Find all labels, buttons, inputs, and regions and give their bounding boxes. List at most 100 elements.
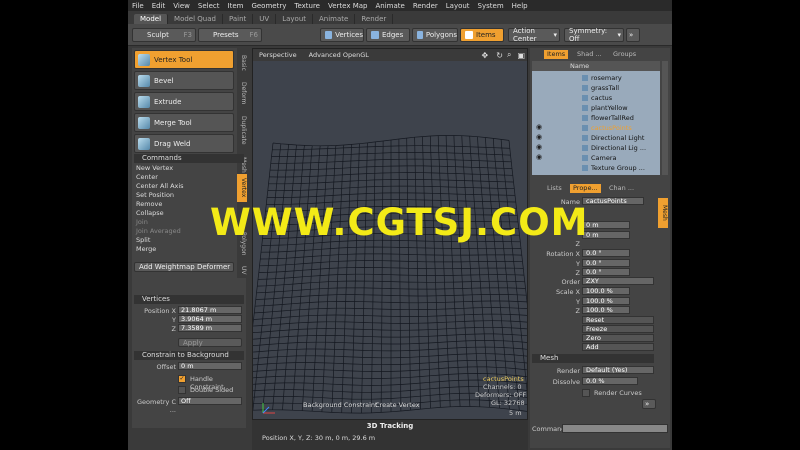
reset-dropdown[interactable]: Reset <box>582 316 654 324</box>
order-dropdown[interactable]: ZXY <box>582 277 654 285</box>
dissolve-field[interactable]: 0.0 % <box>582 377 638 385</box>
vertices-mode-button[interactable]: Vertices <box>320 28 364 42</box>
scale-z-field[interactable]: 100.0 % <box>582 306 630 314</box>
move-view-icon[interactable]: ✥ <box>476 51 495 60</box>
layout-tab[interactable]: Render <box>355 14 394 24</box>
category-tab[interactable]: UV <box>237 262 247 278</box>
render-dropdown[interactable]: Default (Yes) <box>582 366 654 374</box>
command-item[interactable]: Merge <box>134 245 234 253</box>
expand-button[interactable]: » <box>626 28 640 42</box>
command-item[interactable]: Center All Axis <box>134 182 234 190</box>
menu-item[interactable]: Select <box>194 2 224 10</box>
category-tab[interactable]: Deform <box>237 78 247 108</box>
menu-item[interactable]: Geometry <box>247 2 290 10</box>
constrain-header[interactable]: Constrain to Background <box>134 351 244 360</box>
action-center-dropdown[interactable]: Action Center ▾ <box>508 27 560 43</box>
commands-header[interactable]: Commands <box>134 154 244 163</box>
layout-tab[interactable]: Model Quad <box>168 14 223 24</box>
list-item[interactable]: grassTall <box>582 83 619 92</box>
category-tab[interactable]: Basic <box>237 50 247 76</box>
list-item[interactable]: plantYellow <box>582 103 628 112</box>
properties-tab[interactable]: Prope... <box>570 184 601 193</box>
menu-item[interactable]: Edit <box>148 2 170 10</box>
items-panel-tab[interactable]: Groups <box>610 50 639 59</box>
list-item[interactable]: Camera <box>582 153 617 162</box>
layout-tab[interactable]: UV <box>253 14 277 24</box>
visibility-eye-icon[interactable]: ◉ <box>536 123 542 131</box>
list-item[interactable]: rosemary <box>582 73 622 82</box>
expand-properties-button[interactable]: » <box>642 399 656 409</box>
category-tab[interactable]: Duplicate <box>237 110 247 150</box>
layout-tab[interactable]: Paint <box>223 14 254 24</box>
layout-tab[interactable]: Layout <box>276 14 313 24</box>
zoom-view-icon[interactable]: ⌕ <box>505 50 513 60</box>
sculpt-button[interactable]: Sculpt F3 <box>132 28 196 42</box>
handle-constraint-checkbox[interactable]: ✓ <box>178 375 186 383</box>
items-panel-tab[interactable]: Items <box>544 50 569 59</box>
rotate-view-icon[interactable]: ↻ <box>494 51 505 60</box>
items-mode-button[interactable]: Items <box>460 28 504 42</box>
polygons-mode-button[interactable]: Polygons <box>412 28 458 42</box>
scale-y-field[interactable]: 100.0 % <box>582 297 630 305</box>
command-input[interactable] <box>562 424 668 433</box>
list-item[interactable]: Directional Lig ... <box>582 143 646 152</box>
item-name-field[interactable]: cactusPoints <box>582 197 644 205</box>
tool-button[interactable]: Vertex Tool <box>134 50 234 69</box>
layout-tab[interactable]: Model <box>134 14 169 24</box>
viewport-view-label[interactable]: Perspective <box>253 51 303 59</box>
tool-button[interactable]: Bevel <box>134 71 234 90</box>
menu-item[interactable]: Render <box>409 2 442 10</box>
menu-item[interactable]: System <box>474 2 508 10</box>
list-item[interactable]: cactus <box>582 93 612 102</box>
visibility-eye-icon[interactable]: ◉ <box>536 143 542 151</box>
symmetry-dropdown[interactable]: Symmetry: Off ▾ <box>564 27 624 43</box>
command-item[interactable]: Center <box>134 173 234 181</box>
double-sided-checkbox[interactable] <box>178 386 186 394</box>
list-item[interactable]: flowerTallRed <box>582 113 634 122</box>
freeze-dropdown[interactable]: Freeze <box>582 325 654 333</box>
offset-field[interactable]: 0 m <box>178 362 242 370</box>
menu-item[interactable]: Animate <box>371 2 408 10</box>
properties-tab[interactable]: Chan ... <box>606 184 637 193</box>
rotation-z-field[interactable]: 0.0 ° <box>582 268 630 276</box>
rotation-x-field[interactable]: 0.0 ° <box>582 249 630 257</box>
position-z-field[interactable]: 7.3589 m <box>178 324 242 332</box>
rotation-y-field[interactable]: 0.0 ° <box>582 259 630 267</box>
add-weightmap-deformer-button[interactable]: Add Weightmap Deformer <box>134 262 234 272</box>
add-dropdown[interactable]: Add <box>582 343 654 351</box>
properties-tab[interactable]: Lists <box>544 184 565 193</box>
items-panel-tab[interactable]: Shad ... <box>574 50 605 59</box>
position-z-field[interactable]: 0 m <box>582 231 630 239</box>
presets-button[interactable]: Presets F6 <box>198 28 262 42</box>
scale-x-field[interactable]: 100.0 % <box>582 287 630 295</box>
maximize-view-icon[interactable]: ▣ <box>513 51 527 60</box>
menu-item[interactable]: Vertex Map <box>324 2 372 10</box>
menu-item[interactable]: Texture <box>290 2 324 10</box>
list-item[interactable]: Directional Light <box>582 133 644 142</box>
visibility-eye-icon[interactable]: ◉ <box>536 153 542 161</box>
position-y-field[interactable]: 3.9064 m <box>178 315 242 323</box>
list-item[interactable]: cactusPoints <box>582 123 632 132</box>
layout-tab[interactable]: Animate <box>313 14 356 24</box>
menu-item[interactable]: Help <box>508 2 532 10</box>
command-item[interactable]: New Vertex <box>134 164 234 172</box>
menu-item[interactable]: Layout <box>442 2 474 10</box>
items-scrollbar[interactable] <box>662 61 668 175</box>
tool-button[interactable]: Merge Tool <box>134 113 234 132</box>
visibility-eye-icon[interactable]: ◉ <box>536 133 542 141</box>
position-x-field[interactable]: 21.8067 m <box>178 306 242 314</box>
tool-button[interactable]: Drag Weld <box>134 134 234 153</box>
command-item[interactable]: Set Position <box>134 191 234 199</box>
position-y-field[interactable]: 0 m <box>582 221 630 229</box>
list-item[interactable]: Texture Group ... <box>582 163 645 172</box>
geometry-constraint-dropdown[interactable]: Off <box>178 397 242 405</box>
mesh-side-tab[interactable]: Mesh <box>658 198 668 228</box>
menu-item[interactable]: File <box>128 2 148 10</box>
viewport-shading-label[interactable]: Advanced OpenGL <box>303 51 375 59</box>
mesh-header[interactable]: Mesh <box>532 354 654 363</box>
category-tab[interactable]: Vertex <box>237 174 247 202</box>
apply-button[interactable]: Apply <box>178 338 242 347</box>
edges-mode-button[interactable]: Edges <box>366 28 410 42</box>
menu-item[interactable]: Item <box>224 2 248 10</box>
vertices-header[interactable]: Vertices <box>134 295 244 304</box>
